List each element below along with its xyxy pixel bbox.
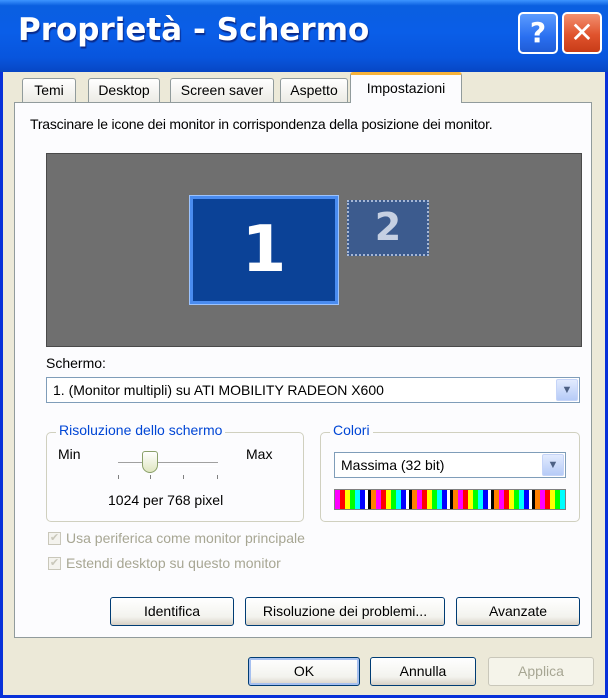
advanced-button[interactable]: Avanzate [456, 597, 580, 626]
display-select[interactable]: 1. (Monitor multipli) su ATI MOBILITY RA… [46, 377, 580, 403]
colors-legend: Colori [330, 422, 373, 438]
extend-desktop-checkbox[interactable]: ✔ [48, 557, 61, 570]
cancel-button[interactable]: Annulla [370, 657, 476, 686]
slider-tick [183, 475, 184, 479]
ok-button[interactable]: OK [248, 657, 360, 686]
colors-select[interactable]: Massima (32 bit) ▼ [334, 452, 566, 478]
display-select-value: 1. (Monitor multipli) su ATI MOBILITY RA… [53, 382, 384, 398]
primary-monitor-label: Usa periferica come monitor principale [66, 530, 305, 546]
resolution-value: 1024 per 768 pixel [108, 492, 224, 508]
display-label: Schermo: [46, 355, 106, 371]
identify-button[interactable]: Identifica [110, 597, 234, 626]
troubleshoot-button[interactable]: Risoluzione dei problemi... [245, 597, 445, 626]
tab-impostazioni[interactable]: Impostazioni [350, 72, 462, 103]
slider-tick [217, 475, 218, 479]
resolution-legend: Risoluzione dello schermo [56, 422, 226, 438]
tab-aspetto[interactable]: Aspetto [280, 78, 348, 102]
help-button[interactable]: ? [518, 12, 558, 54]
tab-desktop[interactable]: Desktop [88, 78, 160, 102]
resolution-min-label: Min [58, 446, 81, 462]
resolution-max-label: Max [246, 446, 273, 462]
extend-desktop-label: Estendi desktop su questo monitor [66, 555, 281, 571]
monitor-1-icon[interactable]: 1 [189, 195, 339, 305]
apply-button[interactable]: Applica [488, 657, 594, 686]
title-bar[interactable]: Proprietà - Schermo ? ✕ [0, 0, 608, 72]
color-palette-bar [334, 489, 566, 510]
resolution-slider-track [118, 462, 218, 467]
checkmark-icon: ✔ [49, 557, 60, 569]
checkmark-icon: ✔ [49, 532, 60, 544]
monitor-2-icon[interactable]: 2 [347, 200, 429, 256]
resolution-slider-thumb[interactable] [142, 451, 158, 473]
tab-temi[interactable]: Temi [22, 78, 76, 102]
chevron-down-icon[interactable]: ▼ [556, 379, 578, 401]
instruction-text: Trascinare le icone dei monitor in corri… [30, 116, 493, 132]
primary-monitor-checkbox[interactable]: ✔ [48, 532, 61, 545]
close-button[interactable]: ✕ [562, 12, 602, 54]
slider-tick [150, 475, 151, 479]
chevron-down-icon[interactable]: ▼ [542, 454, 564, 476]
tab-screen-saver[interactable]: Screen saver [170, 78, 274, 102]
window-title: Proprietà - Schermo [18, 12, 370, 48]
slider-tick [118, 475, 119, 479]
colors-select-value: Massima (32 bit) [341, 457, 445, 473]
